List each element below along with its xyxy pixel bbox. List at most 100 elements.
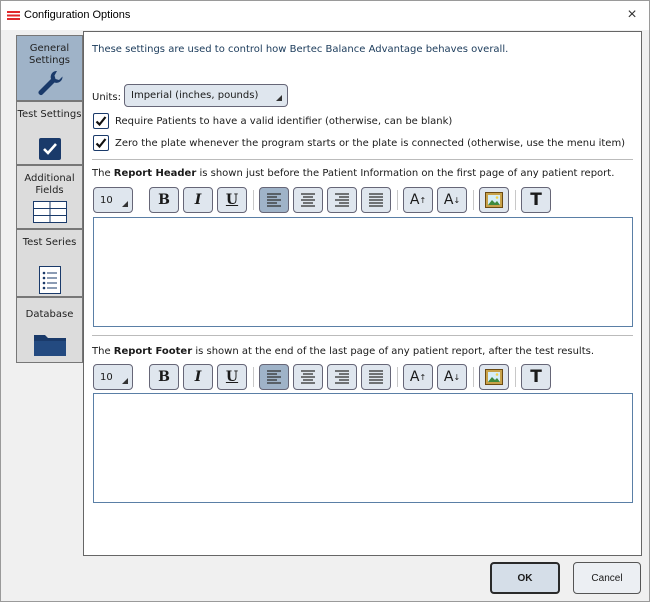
align-right-button[interactable] — [327, 364, 357, 390]
configuration-dialog: Configuration Options × General Settings… — [0, 0, 650, 602]
ok-button[interactable]: OK — [490, 562, 560, 594]
font-size-dropdown[interactable]: 10 — [93, 187, 133, 213]
folder-icon — [33, 335, 66, 356]
italic-button[interactable]: I — [183, 364, 213, 390]
require-identifier-checkbox[interactable] — [93, 113, 109, 129]
align-justify-icon — [369, 370, 383, 384]
italic-icon: I — [194, 192, 202, 208]
sidebar-item-additional-fields[interactable]: Additional Fields — [16, 165, 83, 229]
grow-arrow-icon: ↑ — [419, 195, 427, 205]
toolbar-separator — [473, 190, 474, 210]
header-desc-prefix: The — [92, 168, 114, 179]
checkmark-icon — [95, 138, 107, 149]
zero-plate-checkbox[interactable] — [93, 135, 109, 151]
font-size-dropdown[interactable]: 10 — [93, 364, 133, 390]
toolbar-separator — [397, 367, 398, 387]
align-right-icon — [335, 193, 349, 207]
report-header-toolbar: 10 B I U A ↑ A ↓ T — [93, 187, 633, 213]
align-justify-button[interactable] — [361, 364, 391, 390]
close-icon[interactable]: × — [621, 4, 643, 26]
bold-button[interactable]: B — [149, 364, 179, 390]
underline-button[interactable]: U — [217, 187, 247, 213]
sidebar-item-general-settings[interactable]: General Settings — [16, 35, 83, 101]
divider — [92, 159, 633, 160]
grow-font-button[interactable]: A ↑ — [403, 364, 433, 390]
footer-desc-prefix: The — [92, 346, 114, 357]
zero-plate-option: Zero the plate whenever the program star… — [93, 135, 625, 151]
insert-image-button[interactable] — [479, 187, 509, 213]
grow-font-icon: A — [409, 192, 420, 208]
bold-icon: B — [158, 369, 170, 385]
units-label: Units: — [92, 92, 121, 103]
cancel-button[interactable]: Cancel — [573, 562, 641, 594]
shrink-arrow-icon: ↓ — [453, 195, 461, 205]
report-footer-editor[interactable] — [93, 393, 633, 503]
align-center-button[interactable] — [293, 187, 323, 213]
grow-font-button[interactable]: A ↑ — [403, 187, 433, 213]
text-style-button[interactable]: T — [521, 187, 551, 213]
italic-icon: I — [194, 369, 202, 385]
report-footer-description: The Report Footer is shown at the end of… — [92, 346, 594, 357]
align-right-icon — [335, 370, 349, 384]
underline-button[interactable]: U — [217, 364, 247, 390]
settings-intro-text: These settings are used to control how B… — [92, 44, 509, 55]
align-center-button[interactable] — [293, 364, 323, 390]
footer-desc-suffix: is shown at the end of the last page of … — [192, 346, 595, 357]
window-title: Configuration Options — [24, 9, 131, 21]
report-header-editor[interactable] — [93, 217, 633, 327]
image-icon — [485, 369, 503, 385]
shrink-font-button[interactable]: A ↓ — [437, 187, 467, 213]
text-style-icon: T — [530, 190, 542, 210]
units-value: Imperial (inches, pounds) — [131, 90, 259, 101]
header-desc-bold: Report Header — [113, 168, 197, 179]
grow-font-icon: A — [409, 369, 420, 385]
insert-image-button[interactable] — [479, 364, 509, 390]
shrink-font-icon: A — [443, 192, 454, 208]
font-size-value: 10 — [100, 194, 113, 206]
list-icon — [38, 266, 61, 294]
align-left-icon — [267, 370, 281, 384]
underline-icon: U — [225, 369, 239, 385]
align-left-button[interactable] — [259, 364, 289, 390]
text-style-icon: T — [530, 367, 542, 387]
wrench-icon — [38, 70, 63, 95]
checkmark-icon — [95, 116, 107, 127]
italic-button[interactable]: I — [183, 187, 213, 213]
bold-icon: B — [158, 192, 170, 208]
app-icon — [7, 11, 20, 20]
units-dropdown[interactable]: Imperial (inches, pounds) — [124, 84, 288, 107]
align-left-button[interactable] — [259, 187, 289, 213]
table-icon — [32, 201, 67, 223]
toolbar-separator — [515, 367, 516, 387]
title-bar: Configuration Options × — [1, 1, 649, 30]
underline-icon: U — [225, 192, 239, 208]
sidebar-item-label: Test Settings — [17, 109, 82, 120]
bold-button[interactable]: B — [149, 187, 179, 213]
align-center-icon — [301, 370, 315, 384]
sidebar-item-label: General Settings — [28, 43, 70, 66]
align-right-button[interactable] — [327, 187, 357, 213]
shrink-arrow-icon: ↓ — [453, 372, 461, 382]
checkbox-icon — [38, 138, 61, 160]
require-identifier-label: Require Patients to have a valid identif… — [115, 115, 453, 127]
header-desc-suffix: is shown just before the Patient Informa… — [196, 168, 615, 179]
sidebar-item-database[interactable]: Database — [16, 297, 83, 363]
grow-arrow-icon: ↑ — [419, 372, 427, 382]
general-settings-panel: These settings are used to control how B… — [83, 31, 642, 556]
sidebar-item-test-series[interactable]: Test Series — [16, 229, 83, 297]
align-justify-button[interactable] — [361, 187, 391, 213]
toolbar-separator — [253, 190, 254, 210]
text-style-button[interactable]: T — [521, 364, 551, 390]
footer-desc-bold: Report Footer — [113, 346, 193, 357]
align-justify-icon — [369, 193, 383, 207]
report-header-description: The Report Header is shown just before t… — [92, 168, 614, 179]
sidebar-item-label: Additional Fields — [24, 173, 75, 196]
align-center-icon — [301, 193, 315, 207]
toolbar-separator — [253, 367, 254, 387]
sidebar-item-test-settings[interactable]: Test Settings — [16, 101, 83, 165]
toolbar-separator — [515, 190, 516, 210]
require-identifier-option: Require Patients to have a valid identif… — [93, 113, 452, 129]
shrink-font-button[interactable]: A ↓ — [437, 364, 467, 390]
report-footer-toolbar: 10 B I U A ↑ A ↓ T — [93, 364, 633, 390]
align-left-icon — [267, 193, 281, 207]
